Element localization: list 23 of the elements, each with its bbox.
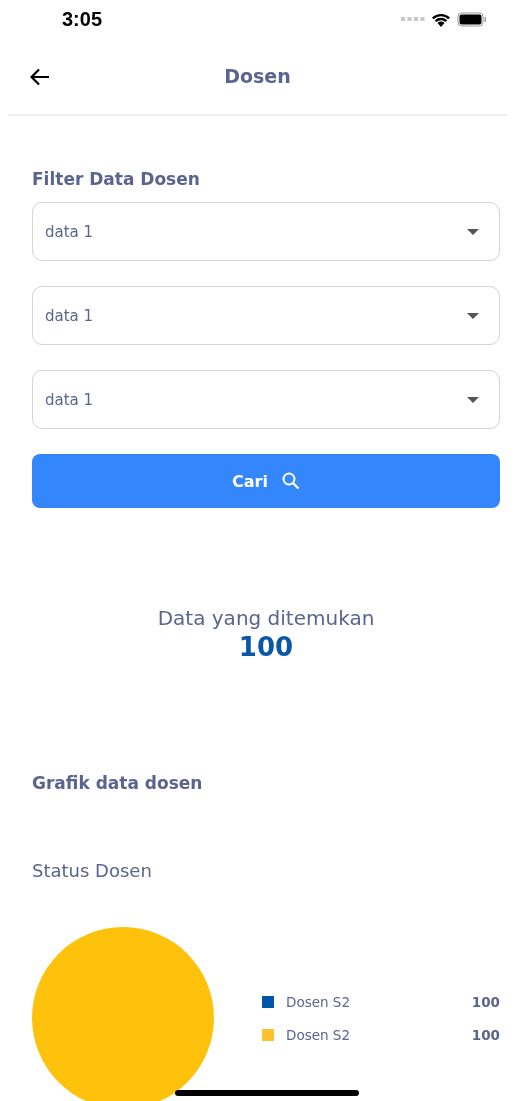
wifi-icon bbox=[431, 11, 451, 27]
legend-label: Dosen S2 bbox=[286, 1026, 351, 1043]
result-label: Data yang ditemukan bbox=[157, 606, 375, 630]
dropdown-caret-icon bbox=[467, 312, 479, 319]
page-title: Dosen bbox=[224, 65, 291, 87]
status-time: 3:05 bbox=[62, 7, 103, 31]
back-arrow-icon[interactable] bbox=[30, 68, 50, 86]
section-title: Grafik data dosen bbox=[32, 772, 204, 795]
section-title: Filter Data Dosen bbox=[32, 168, 201, 191]
dropdown-caret-icon bbox=[467, 396, 479, 403]
battery-icon bbox=[457, 11, 487, 27]
legend-value: 100 bbox=[471, 1026, 500, 1043]
result-count: 100 bbox=[238, 632, 294, 662]
search-button[interactable]: Cari bbox=[32, 454, 500, 508]
dropdown-caret-icon bbox=[467, 228, 479, 235]
dropdown-field[interactable]: data 1 bbox=[32, 286, 500, 345]
dropdown-field[interactable]: data 1 bbox=[32, 370, 500, 429]
dropdown-field[interactable]: data 1 bbox=[32, 202, 500, 261]
chart-title: Status Dosen bbox=[32, 860, 153, 881]
legend-value: 100 bbox=[471, 993, 500, 1010]
signal-icon bbox=[401, 17, 425, 21]
search-icon bbox=[281, 472, 300, 490]
legend-label: Dosen S2 bbox=[286, 993, 351, 1010]
